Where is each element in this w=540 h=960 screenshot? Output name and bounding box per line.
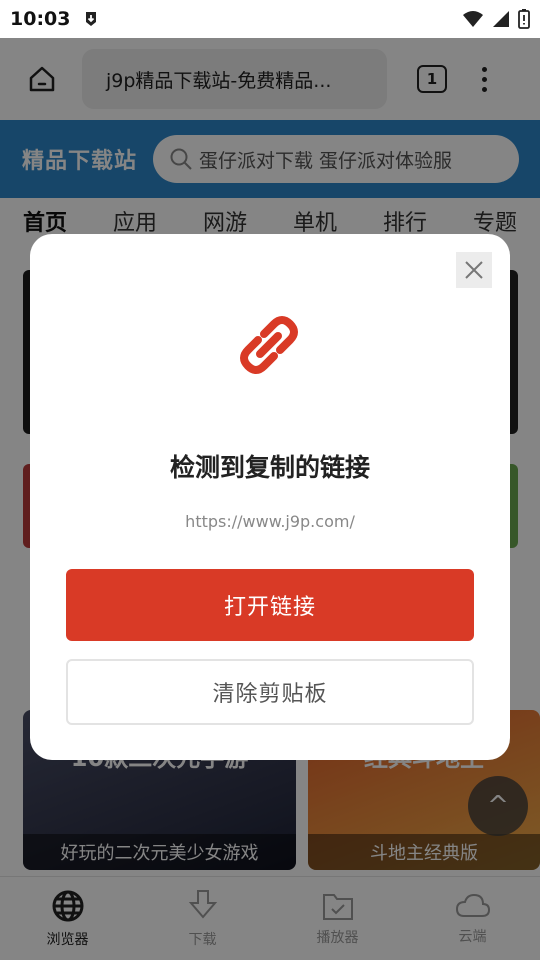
status-bar: 10:03 bbox=[0, 0, 540, 38]
copied-link-dialog: 检测到复制的链接 https://www.j9p.com/ 打开链接 清除剪贴板 bbox=[30, 234, 510, 760]
open-link-button[interactable]: 打开链接 bbox=[66, 569, 474, 641]
signal-icon bbox=[493, 11, 509, 27]
status-time: 10:03 bbox=[10, 8, 71, 30]
download-notification-icon bbox=[86, 12, 97, 26]
clear-clipboard-button[interactable]: 清除剪贴板 bbox=[66, 659, 474, 725]
dialog-title: 检测到复制的链接 bbox=[169, 453, 370, 482]
battery-icon bbox=[518, 9, 530, 29]
close-button[interactable] bbox=[456, 252, 492, 288]
link-icon bbox=[240, 316, 298, 374]
close-icon bbox=[465, 261, 483, 279]
copied-url: https://www.j9p.com/ bbox=[185, 512, 355, 531]
wifi-icon bbox=[463, 11, 483, 27]
